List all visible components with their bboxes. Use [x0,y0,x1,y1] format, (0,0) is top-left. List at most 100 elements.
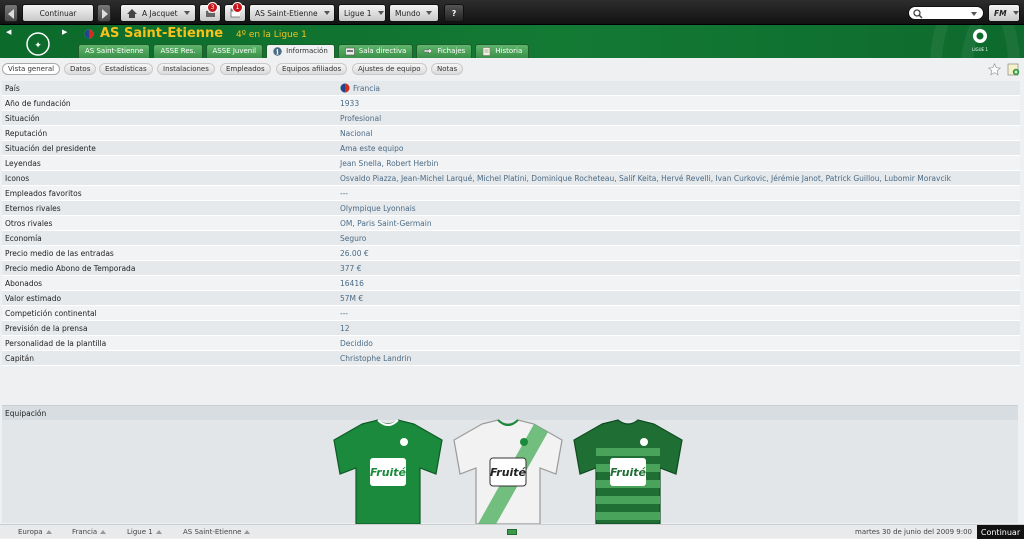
tab-asse-reserves[interactable]: ASSE Res. [153,44,203,58]
table-row: Capitán Christophe Landrin [2,351,1020,366]
prev-club-icon[interactable]: ◀ [6,28,11,36]
france-flag-icon [84,29,94,39]
row-value: Nacional [340,128,373,138]
breadcrumb-club[interactable]: AS Saint-Etienne [183,528,251,536]
forward-button[interactable] [97,4,111,22]
subtab-label: Vista general [8,65,55,73]
france-flag-icon [340,83,350,93]
table-row: Valor estimado 57M € [2,291,1020,306]
processing-icon [507,529,517,535]
next-club-icon[interactable]: ▶ [62,28,67,36]
row-key: Año de fundación [5,98,71,108]
breadcrumb-ligue1[interactable]: Ligue 1 [127,528,162,536]
table-row: Situación Profesional [2,111,1020,126]
subtab-label: Datos [70,65,91,73]
crumb-label: Francia [72,528,98,536]
subtab-label: Equipos afiliados [282,65,342,73]
history-icon [482,47,491,56]
ligue1-logo-icon: LIGUE 1 [972,29,988,52]
star-icon[interactable] [988,63,1001,76]
row-key: Situación [5,113,40,123]
status-continue-button[interactable]: Continuar [977,525,1024,539]
world-menu[interactable]: Mundo [389,4,439,22]
status-bar: Europa Francia Ligue 1 AS Saint-Etienne … [0,524,1024,539]
tab-fichajes[interactable]: Fichajes [416,44,473,58]
row-key: Valor estimado [5,293,62,303]
manager-menu[interactable]: A Jacquet [120,4,196,22]
svg-text:✦: ✦ [34,41,42,51]
table-row: Precio medio Abono de Temporada 377 € [2,261,1020,276]
table-row: Previsión de la prensa 12 [2,321,1020,336]
subtab-label: Instalaciones [163,65,209,73]
svg-text:LIGUE 1: LIGUE 1 [972,47,988,52]
row-value: 26.00 € [340,248,369,258]
help-button[interactable]: ? [444,4,464,22]
row-value[interactable]: Olympique Lyonnais [340,204,416,213]
club-header: ◀ ▶ ✦ AS Saint-Etienne 4º en la Ligue 1 … [0,25,1024,58]
world-menu-label: Mundo [395,8,421,18]
add-note-icon[interactable] [1007,63,1020,76]
info-icon: i [273,47,282,56]
row-value: 16416 [340,278,364,288]
game-date: martes 30 de junio del 2009 9:00 [855,528,972,536]
subtab-equipos-afiliados[interactable]: Equipos afiliados [276,63,348,75]
search-input[interactable] [908,6,984,20]
row-value: 377 € [340,263,362,273]
row-key: Abonados [5,278,43,288]
inbox-button[interactable]: 3 [199,2,221,22]
row-key: Capitán [5,353,34,363]
svg-text:i: i [276,47,279,56]
row-key: Otros rivales [5,218,53,228]
equipment-panel: Equipación Fruité Fruité Fruité [2,405,1018,525]
continue-button[interactable]: Continuar [22,4,94,22]
row-value[interactable]: Jean Snella, Robert Herbin [340,159,438,168]
league-menu[interactable]: Ligue 1 [338,4,386,22]
breadcrumb-europe[interactable]: Europa [18,528,52,536]
tab-historia[interactable]: Historia [475,44,530,58]
breadcrumb-france[interactable]: Francia [72,528,107,536]
row-key: Economía [5,233,42,243]
top-bar: Continuar A Jacquet 3 1 AS Saint-Etienne… [0,0,1024,25]
table-row: Situación del presidente Ama este equipo [2,141,1020,156]
fm-menu[interactable]: FM [988,4,1020,22]
back-button[interactable] [4,4,18,22]
tab-asse-juvenil[interactable]: ASSE Juvenil [205,44,264,58]
subtab-datos[interactable]: Datos [64,63,97,75]
svg-text:Fruité: Fruité [610,466,647,479]
club-crest-icon[interactable]: ✦ [26,32,50,56]
row-value[interactable]: Osvaldo Piazza, Jean-Michel Larqué, Mich… [340,174,951,183]
sub-tabs: Vista general Datos Estadísticas Instala… [0,58,1024,80]
row-key: Precio medio de las entradas [5,248,114,258]
subtab-estadisticas[interactable]: Estadísticas [99,63,153,75]
subtab-label: Empleados [226,65,265,73]
subtab-vista-general[interactable]: Vista general [2,63,61,75]
row-key: Reputación [5,128,48,138]
club-menu[interactable]: AS Saint-Etienne [249,4,335,22]
table-row: Personalidad de la plantilla Decidido [2,336,1020,351]
tab-informacion[interactable]: i Información [266,44,335,58]
row-value[interactable]: Christophe Landrin [340,354,411,363]
crumb-label: AS Saint-Etienne [183,528,242,536]
subtab-notas[interactable]: Notas [431,63,464,75]
row-value[interactable]: Francia [340,83,380,93]
subtab-instalaciones[interactable]: Instalaciones [157,63,215,75]
subtab-ajustes-de-equipo[interactable]: Ajustes de equipo [352,63,427,75]
club-tabs: AS Saint-Etienne ASSE Res. ASSE Juvenil … [78,44,530,58]
subtab-empleados[interactable]: Empleados [220,63,271,75]
svg-text:Fruité: Fruité [370,466,407,479]
row-value[interactable]: OM, Paris Saint-Germain [340,219,432,228]
tab-sala-directiva[interactable]: Sala directiva [337,44,414,58]
table-row: Otros rivales OM, Paris Saint-Germain [2,216,1020,231]
tab-as-saint-etienne[interactable]: AS Saint-Etienne [78,44,151,58]
row-key: Previsión de la prensa [5,323,88,333]
subtab-label: Estadísticas [105,65,147,73]
club-title: AS Saint-Etienne [100,26,224,41]
search-icon [913,9,923,19]
tab-label: Información [286,47,328,55]
country-link: Francia [353,83,381,93]
inbox-badge: 3 [207,2,218,13]
table-row: Abonados 16416 [2,276,1020,291]
help-label: ? [451,8,457,18]
league-position: 4º en la Ligue 1 [236,30,307,40]
alerts-button[interactable]: 1 [224,2,246,22]
